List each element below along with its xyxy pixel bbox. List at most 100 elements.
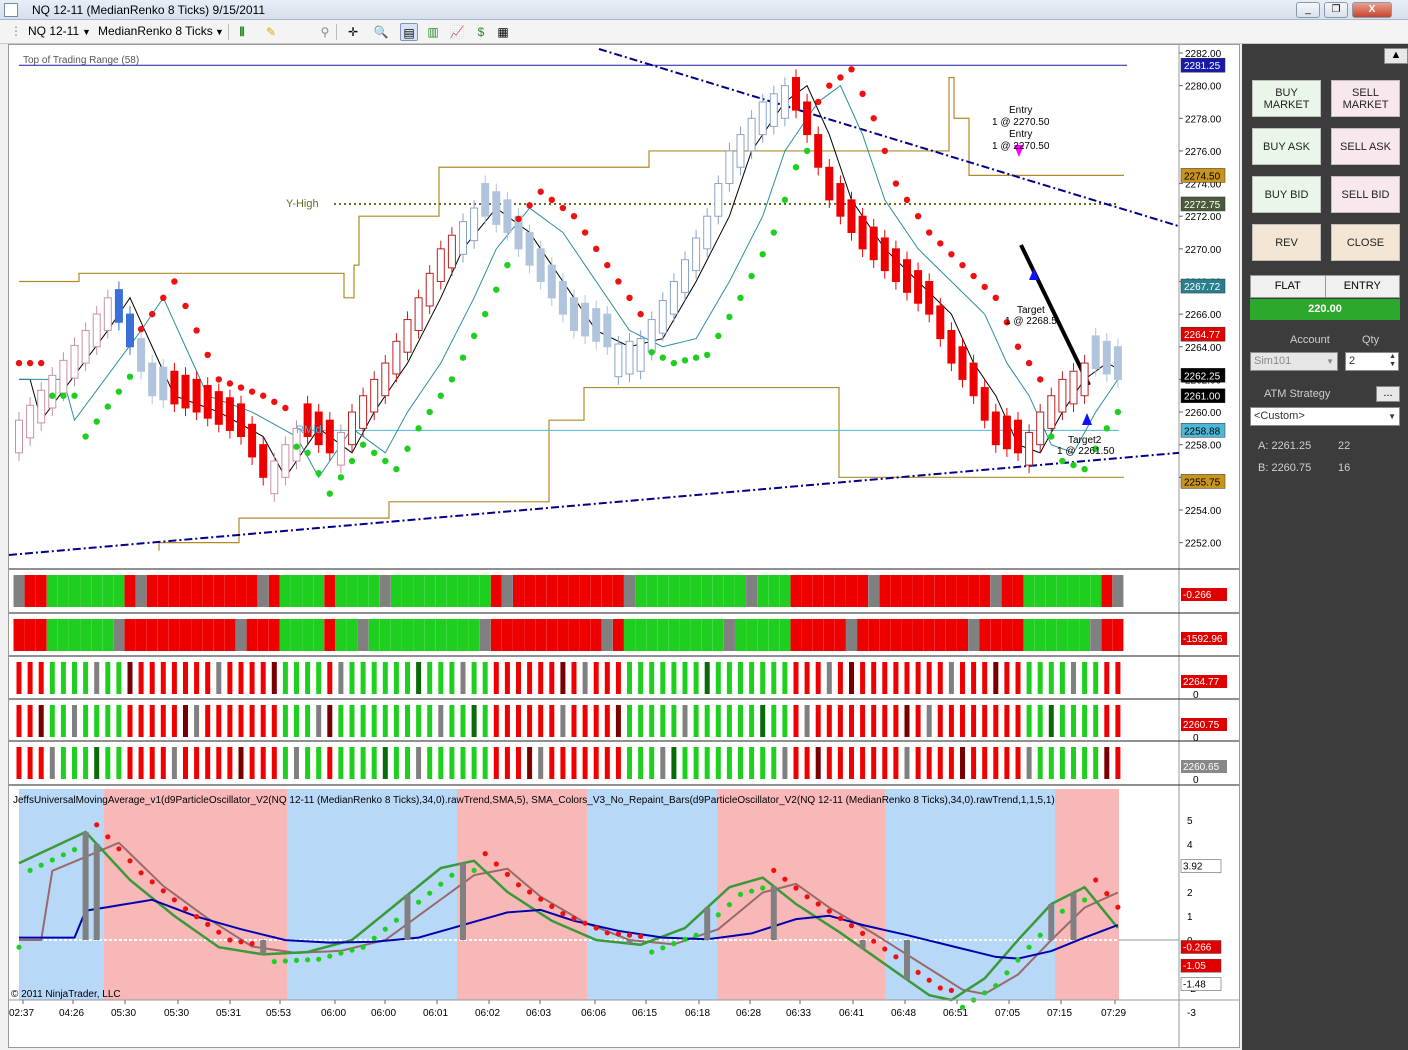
panel-scroll-up-icon[interactable]: ▲	[1384, 48, 1408, 64]
trend-dot-down	[892, 180, 900, 187]
instrument-selector[interactable]: NQ 12-11	[28, 24, 79, 38]
indicator-bar	[83, 662, 89, 694]
price-tick-label: 2252.00	[1185, 539, 1222, 550]
minimize-button[interactable]: _	[1296, 2, 1320, 18]
indicator-bar	[1015, 705, 1021, 737]
candle	[192, 378, 201, 413]
chevron-down-icon: ▼	[1326, 357, 1334, 366]
indicator-bar	[549, 705, 555, 737]
candle	[969, 362, 978, 397]
chart-panel[interactable]: -0.266 -1592.96 2264.77 0 2260.75 0 2260.65 0 J…	[8, 44, 1240, 1048]
indicator-bar	[812, 619, 824, 651]
drawing-tool-icon[interactable]: ✎	[262, 23, 280, 41]
chart-canvas[interactable]: -0.266-1592.962264.7702260.7502260.650 J…	[9, 45, 1240, 1048]
stepper-arrows-icon[interactable]: ▲ ▼	[1389, 353, 1396, 369]
chart-style-icon[interactable]: ⫴	[233, 23, 251, 41]
restore-button[interactable]: ❐	[1324, 2, 1348, 18]
candle	[1047, 395, 1056, 429]
trend-dot-up	[71, 392, 78, 399]
candle	[1036, 411, 1045, 446]
bar-type-selector[interactable]: MedianRenko 8 Ticks	[98, 24, 213, 38]
account-select[interactable]: Sim101 ▼	[1250, 352, 1338, 371]
strategies-icon[interactable]: 📈	[448, 23, 466, 41]
zoom-icon[interactable]: 🔍	[372, 23, 390, 41]
atm-strategy-select[interactable]: <Custom> ▼	[1250, 407, 1400, 426]
indicator-bar	[124, 619, 136, 651]
atm-more-button[interactable]: ...	[1376, 386, 1400, 402]
target-label: Target	[1017, 305, 1045, 316]
osc-dot-down	[116, 846, 122, 852]
indicator-bar	[393, 662, 399, 694]
indicator-bar	[1004, 747, 1010, 779]
properties-icon[interactable]: ▦	[494, 23, 512, 41]
indicator-bar	[427, 705, 433, 737]
indicator-bar	[335, 619, 347, 651]
bar-type-dropdown-icon[interactable]: ▼	[215, 27, 224, 37]
chart-trader-icon[interactable]: $	[472, 23, 490, 41]
indicator-bar	[657, 619, 669, 651]
sell-bid-button[interactable]: SELL BID	[1331, 176, 1400, 213]
indicator-bar	[726, 662, 732, 694]
sell-market-button[interactable]: SELL MARKET	[1331, 80, 1400, 117]
osc-dot-down	[948, 987, 955, 994]
trend-dot-down	[271, 398, 278, 406]
buy-market-button[interactable]: BUY MARKET	[1252, 80, 1321, 117]
reverse-button[interactable]: REV	[1252, 224, 1321, 261]
indicator-bar	[945, 575, 957, 607]
crosshair-icon[interactable]: ✛	[344, 23, 362, 41]
indicator-bar	[516, 705, 521, 737]
indicator-bar	[1012, 575, 1024, 607]
indicator-bar	[937, 747, 943, 779]
indicator-bar	[346, 619, 358, 651]
indicator-bar	[1071, 705, 1076, 737]
candle	[137, 338, 146, 372]
indicator-bar	[590, 619, 602, 651]
indicator-bar	[1115, 747, 1121, 779]
candle	[792, 76, 800, 111]
trend-dot-up	[1048, 433, 1055, 440]
osc-dot-up	[382, 926, 388, 932]
indicator-bar	[160, 662, 166, 694]
indicators-icon[interactable]: ▥	[424, 23, 442, 41]
indicator-bar	[815, 747, 821, 779]
indicator-bar	[1001, 619, 1013, 651]
indicator-bar	[83, 705, 89, 737]
time-tick-label: 06:02	[475, 1008, 500, 1019]
indicator-bar	[712, 575, 724, 607]
trend-background-band	[1055, 789, 1119, 1000]
buy-bid-button[interactable]: BUY BID	[1252, 176, 1321, 213]
close-button[interactable]: X	[1352, 2, 1392, 18]
trend-dot-down	[948, 251, 955, 258]
close-position-button[interactable]: CLOSE	[1331, 224, 1400, 261]
trend-dot-up	[803, 147, 811, 155]
indicator-bar	[216, 662, 222, 694]
candle	[436, 248, 445, 282]
indicator-bar	[538, 705, 544, 737]
rmid-label: RMid	[296, 424, 322, 436]
indicator-bar	[923, 619, 935, 651]
buy-ask-button[interactable]: BUY ASK	[1252, 128, 1321, 165]
indicator-bar	[948, 662, 954, 694]
data-box-icon[interactable]: ▤	[400, 23, 418, 41]
sell-ask-button[interactable]: SELL ASK	[1331, 128, 1400, 165]
indicator-bar	[1037, 705, 1043, 737]
indicator-bar	[668, 619, 680, 651]
trend-dot-down	[237, 384, 245, 391]
indicator-bar	[16, 705, 22, 737]
magnifier-icon[interactable]: ⚲	[316, 23, 334, 41]
candle	[703, 215, 712, 250]
instrument-dropdown-icon[interactable]: ▼	[82, 27, 91, 37]
osc-dot-down	[538, 896, 544, 902]
osc-dot-up	[471, 867, 477, 874]
indicator-bar	[24, 575, 36, 607]
indicator-bar	[657, 575, 669, 607]
indicator-bar	[238, 662, 244, 694]
indicator-bar	[216, 747, 222, 779]
indicator-bar	[846, 619, 857, 651]
qty-stepper[interactable]: 2 ▲ ▼	[1345, 352, 1399, 371]
indicator-bar	[682, 662, 688, 694]
indicator-bar	[901, 619, 913, 651]
price-marker-label: 2272.75	[1184, 200, 1221, 211]
indicator-bar	[194, 747, 200, 779]
trend-dot-up	[104, 403, 112, 410]
